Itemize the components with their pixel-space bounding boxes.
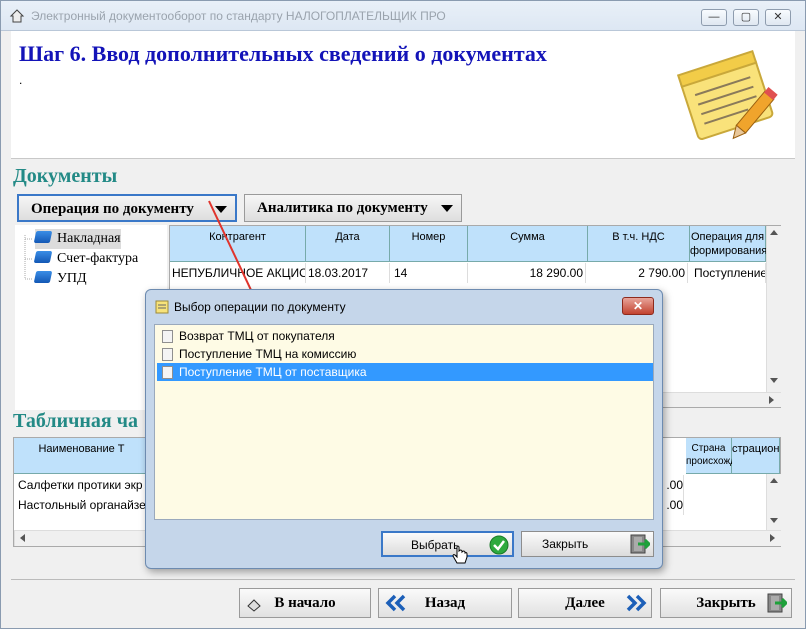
table-cell[interactable]: 14	[394, 263, 468, 283]
exit-door-icon	[630, 534, 650, 554]
tree-item-label: Счет-фактура	[57, 251, 139, 266]
table-cell[interactable]: Настольный органайзе	[18, 495, 150, 515]
table-cell[interactable]: 2 790.00	[588, 263, 688, 283]
tree-item-schet-faktura[interactable]: Счет-фактура	[33, 249, 139, 269]
tree-item-upd[interactable]: УПД	[33, 269, 87, 289]
next-button[interactable]: Далее	[518, 588, 652, 618]
dialog-close-button[interactable]: ✕	[622, 297, 654, 315]
folder-icon	[33, 271, 53, 283]
dialog-close-action-button[interactable]: Закрыть	[521, 531, 654, 557]
operation-list: Возврат ТМЦ от покупателя Поступление ТМ…	[154, 324, 654, 520]
column-header[interactable]: Дата	[306, 226, 390, 262]
dialog-title: Выбор операции по документу	[174, 300, 346, 314]
table-cell[interactable]: 18 290.00	[468, 263, 586, 283]
scroll-right-icon[interactable]	[769, 396, 774, 404]
list-item[interactable]: Возврат ТМЦ от покупателя	[157, 327, 653, 345]
next-button-label: Далее	[565, 595, 605, 611]
exit-door-icon	[767, 593, 787, 613]
operation-select-dialog: Выбор операции по документу ✕ Возврат ТМ…	[145, 289, 663, 569]
chevron-down-icon	[441, 205, 453, 212]
window-close-button[interactable]: ✕	[765, 9, 791, 26]
back-button-label: Назад	[424, 595, 466, 611]
analytics-dropdown-label: Аналитика по документу	[257, 200, 428, 216]
page-title: Шаг 6. Ввод дополнительных сведений о до…	[19, 41, 547, 66]
scroll-down-icon[interactable]	[770, 518, 778, 523]
column-header[interactable]: Номер	[390, 226, 468, 262]
hand-cursor-icon	[452, 545, 468, 564]
scroll-right-icon[interactable]	[770, 534, 775, 542]
document-icon	[162, 330, 173, 343]
title-bar: Электронный документооборот по стандарту…	[1, 1, 805, 31]
step-header: Шаг 6. Ввод дополнительных сведений о до…	[11, 31, 795, 159]
notepad-pencil-icon	[676, 50, 778, 141]
vertical-scrollbar[interactable]	[766, 474, 781, 530]
home-button-label: В начало	[274, 595, 336, 611]
table-cell[interactable]: 18.03.2017	[308, 263, 390, 283]
minimize-button[interactable]: —	[701, 9, 727, 26]
list-item-selected[interactable]: Поступление ТМЦ от поставщика	[157, 363, 653, 381]
tree-item-label: УПД	[57, 271, 87, 286]
column-header[interactable]: Сумма	[468, 226, 588, 262]
tree-item-label: Накладная	[57, 231, 121, 246]
eraser-icon	[247, 599, 261, 612]
list-item[interactable]: Поступление ТМЦ на комиссию	[157, 345, 653, 363]
maximize-button[interactable]: ▢	[733, 9, 759, 26]
divider	[11, 579, 795, 580]
list-item-label: Поступление ТМЦ от поставщика	[179, 365, 367, 379]
column-header[interactable]: Операция для формирования	[690, 226, 767, 262]
document-icon	[162, 366, 173, 379]
scroll-left-icon[interactable]	[20, 534, 25, 542]
table-cell[interactable]: Поступление Т	[694, 263, 766, 283]
close-button-label: Закрыть	[696, 595, 756, 611]
app-icon	[9, 9, 25, 23]
page-subtitle: .	[19, 73, 23, 87]
vertical-scrollbar[interactable]	[766, 226, 781, 392]
select-button[interactable]: Выбрать	[381, 531, 514, 564]
check-circle-icon	[489, 535, 509, 555]
folder-icon	[33, 231, 53, 243]
column-header[interactable]: В т.ч. НДС	[588, 226, 690, 262]
double-chevron-left-icon	[385, 594, 406, 612]
table-section-heading: Табличная ча	[13, 410, 138, 432]
double-chevron-right-icon	[626, 594, 647, 612]
main-window: Электронный документооборот по стандарту…	[0, 0, 806, 629]
column-header[interactable]: страцион	[732, 438, 780, 474]
close-button[interactable]: Закрыть	[660, 588, 792, 618]
window-title: Электронный документооборот по стандарту…	[31, 9, 446, 23]
column-header[interactable]: Страна происхожде	[686, 438, 742, 474]
scroll-up-icon[interactable]	[770, 478, 778, 483]
table-cell[interactable]: Салфетки протики экр	[18, 475, 150, 495]
scroll-up-icon[interactable]	[770, 230, 778, 235]
note-icon	[155, 300, 169, 314]
column-header[interactable]: Наименование Т	[14, 438, 150, 474]
dialog-close-action-label: Закрыть	[542, 537, 589, 551]
back-button[interactable]: Назад	[378, 588, 512, 618]
scroll-down-icon[interactable]	[770, 378, 778, 383]
folder-icon	[33, 251, 53, 263]
operation-dropdown-label: Операция по документу	[31, 201, 194, 217]
list-item-label: Возврат ТМЦ от покупателя	[179, 329, 335, 343]
list-item-label: Поступление ТМЦ на комиссию	[179, 347, 357, 361]
document-icon	[162, 348, 173, 361]
tree-lines	[24, 235, 33, 280]
home-button[interactable]: В начало	[239, 588, 371, 618]
documents-heading: Документы	[13, 165, 118, 187]
tree-item-nakladnaya[interactable]: Накладная	[33, 229, 121, 249]
